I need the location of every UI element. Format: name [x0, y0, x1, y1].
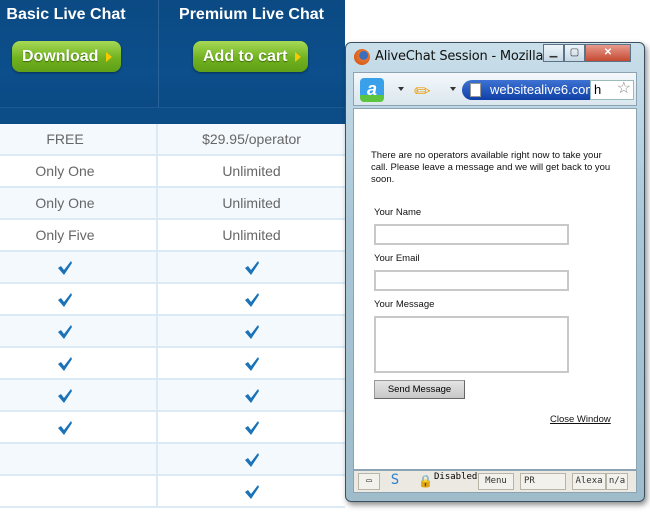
check-icon [244, 261, 259, 276]
message-label: Your Message [374, 299, 435, 310]
basic-cell [0, 348, 158, 378]
premium-cell [158, 380, 345, 410]
feature-row [0, 316, 345, 348]
alivechat-popup-window: AliveChat Session - Mozilla Fi... ▁ ▢ ✕ … [345, 42, 645, 502]
basic-cell: FREE [0, 124, 158, 154]
feature-row [0, 284, 345, 316]
premium-cell [158, 252, 345, 282]
add-to-cart-label: Add to cart [203, 48, 288, 65]
alexa-value: n/a [606, 473, 628, 490]
dropdown-arrow-icon[interactable] [398, 87, 404, 91]
maximize-button[interactable]: ▢ [564, 44, 585, 62]
url-text: websitealive6.com [490, 82, 590, 97]
alexa-label: Alexa [572, 473, 606, 490]
check-icon [58, 357, 72, 372]
pencil-icon[interactable]: ✏ [414, 79, 431, 104]
skype-icon[interactable]: S [384, 473, 406, 490]
message-textarea[interactable] [374, 316, 569, 373]
check-icon [244, 485, 259, 500]
premium-cell [158, 316, 345, 346]
name-input[interactable] [374, 224, 569, 245]
check-icon [244, 453, 259, 468]
pricing-header: Basic Live Chat Premium Live Chat Downlo… [0, 0, 345, 124]
premium-cell [158, 284, 345, 314]
premium-cell: $29.95/operator [202, 131, 301, 147]
basic-cell [0, 476, 158, 506]
offline-message: There are no operators available right n… [371, 150, 611, 185]
disabled-status: Disabled [434, 472, 478, 482]
arrow-right-icon [106, 51, 113, 62]
send-message-button[interactable]: Send Message [374, 380, 465, 399]
check-icon [58, 389, 72, 404]
basic-cell [0, 284, 158, 314]
basic-cell: Only Five [0, 220, 158, 250]
feature-row: FREE $29.95/operator [0, 124, 345, 156]
check-icon [244, 389, 259, 404]
feature-row [0, 412, 345, 444]
feature-row: Only One Unlimited [0, 188, 345, 220]
menu-button[interactable]: Menu [478, 473, 514, 490]
download-button[interactable]: Download [12, 41, 121, 72]
arrow-right-icon [295, 51, 302, 62]
basic-cell [0, 252, 158, 282]
premium-plan-title: Premium Live Chat [179, 6, 324, 23]
download-label: Download [22, 48, 99, 65]
pagerank-indicator: PR [520, 473, 566, 490]
check-icon [58, 421, 72, 436]
feature-row: Only Five Unlimited [0, 220, 345, 252]
alivechat-icon[interactable]: a [360, 78, 384, 102]
bookmark-star-icon[interactable]: ☆ [617, 80, 631, 98]
url-bar-rest[interactable]: h ☆ [590, 80, 634, 100]
premium-cell: Unlimited [222, 163, 281, 179]
header-band [0, 107, 345, 124]
premium-cell [158, 444, 345, 474]
check-icon [244, 325, 259, 340]
minimize-button[interactable]: ▁ [543, 44, 564, 62]
check-icon [58, 293, 72, 308]
check-icon [244, 293, 259, 308]
email-input[interactable] [374, 270, 569, 291]
basic-cell [0, 412, 158, 442]
basic-cell: Only One [0, 156, 158, 186]
basic-cell: Only One [0, 188, 158, 218]
page-icon [470, 83, 481, 97]
check-icon [244, 357, 259, 372]
premium-cell [158, 412, 345, 442]
url-bar[interactable]: websitealive6.com [462, 80, 590, 100]
lock-icon: 🔒 [418, 474, 433, 488]
feature-row [0, 476, 345, 508]
pricing-table: Basic Live Chat Premium Live Chat Downlo… [0, 0, 345, 514]
check-icon [244, 421, 259, 436]
feature-row: Only One Unlimited [0, 156, 345, 188]
ruler-icon[interactable]: ▭ [358, 473, 380, 490]
basic-cell [0, 444, 158, 474]
basic-cell [0, 316, 158, 346]
dropdown-arrow-icon[interactable] [450, 87, 456, 91]
premium-cell: Unlimited [222, 195, 281, 211]
close-button[interactable]: ✕ [585, 44, 631, 62]
name-label: Your Name [374, 207, 422, 218]
firefox-icon [354, 49, 370, 65]
toolbar: a ✏ websitealive6.com h ☆ [353, 72, 637, 106]
feature-row [0, 380, 345, 412]
premium-cell [158, 348, 345, 378]
url-rest-text: h [594, 82, 602, 97]
feature-row [0, 252, 345, 284]
check-icon [58, 261, 72, 276]
add-to-cart-button[interactable]: Add to cart [193, 41, 308, 72]
feature-row [0, 444, 345, 476]
basic-plan-title: Basic Live Chat [6, 6, 126, 23]
email-label: Your Email [374, 253, 420, 264]
premium-cell: Unlimited [222, 227, 281, 243]
premium-cell [158, 476, 345, 506]
chat-content: There are no operators available right n… [353, 108, 637, 470]
basic-cell [0, 380, 158, 410]
window-title: AliveChat Session - Mozilla Fi... [375, 49, 569, 64]
feature-row [0, 348, 345, 380]
check-icon [58, 325, 72, 340]
close-window-link[interactable]: Close Window [550, 414, 611, 425]
status-bar: ▭ S 🔒 Disabled Menu PR Alexa n/a [353, 470, 637, 493]
